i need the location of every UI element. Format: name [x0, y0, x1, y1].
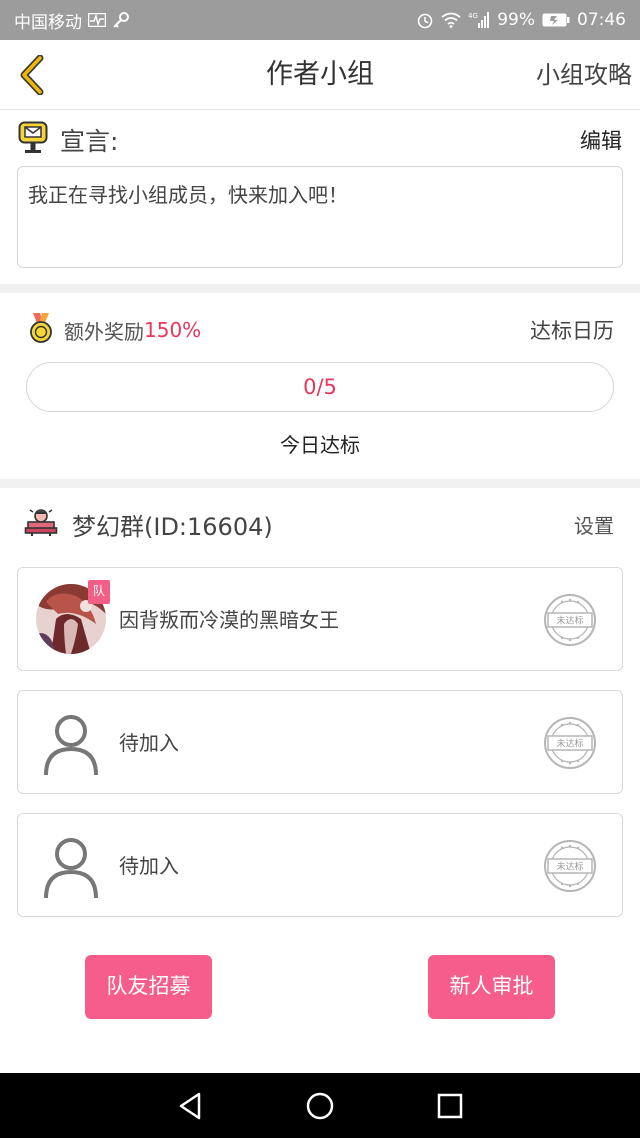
stamp-label: 未达标 — [556, 738, 583, 750]
recruit-button[interactable]: 队友招募 — [85, 955, 212, 1019]
not-qualified-stamp-icon: 未达标 — [542, 715, 598, 771]
member-card[interactable]: 待加入 未达标 — [17, 813, 623, 917]
not-qualified-stamp-icon: 未达标 — [542, 838, 598, 894]
not-qualified-stamp-icon: 未达标 — [542, 592, 598, 648]
bonus-section: 额外奖励 150% 达标日历 0/5 今日达标 — [0, 293, 640, 479]
clock: 07:46 — [577, 10, 626, 30]
group-emblem-icon — [24, 507, 58, 541]
progress-bar: 0/5 — [26, 362, 614, 412]
section-divider — [0, 479, 640, 488]
member-name: 因背叛而冷漠的黑暗女王 — [119, 608, 339, 632]
member-card[interactable]: 队 因背叛而冷漠的黑暗女王 未达标 — [17, 567, 623, 671]
team-badge: 队 — [88, 580, 110, 604]
medal-icon — [28, 312, 54, 348]
section-divider — [0, 284, 640, 293]
nav-recents-button[interactable] — [433, 1089, 467, 1123]
bonus-value: 150% — [144, 318, 202, 342]
declaration-label: 宣言: — [60, 127, 119, 156]
declaration-text: 我正在寻找小组成员，快来加入吧！ — [17, 166, 623, 268]
battery-icon — [542, 12, 570, 28]
empty-user-icon — [36, 830, 106, 900]
square-recents-icon — [437, 1093, 463, 1119]
header: 作者小组 小组攻略 — [0, 40, 640, 110]
group-name: 梦幻群(ID:16604) — [72, 512, 273, 541]
group-section: 梦幻群(ID:16604) 设置 队 因背叛而冷漠的黑暗女王 未达标 待加入 未… — [0, 488, 640, 1073]
mailbox-icon — [18, 121, 48, 159]
member-name: 待加入 — [119, 731, 179, 755]
edit-button[interactable]: 编辑 — [580, 125, 622, 155]
wifi-icon — [441, 12, 461, 28]
group-guide-link[interactable]: 小组攻略 — [536, 40, 632, 110]
triangle-back-icon — [179, 1092, 201, 1120]
today-status-label: 今日达标 — [280, 433, 360, 457]
declaration-section: 宣言: 编辑 我正在寻找小组成员，快来加入吧！ — [0, 110, 640, 284]
key-icon — [112, 11, 130, 29]
signal-icon: 4G — [468, 11, 490, 29]
progress-text: 0/5 — [303, 375, 337, 399]
navigation-bar — [0, 1073, 640, 1138]
nav-home-button[interactable] — [303, 1089, 337, 1123]
battery-percent: 99% — [497, 10, 535, 30]
alarm-icon — [416, 11, 434, 29]
empty-user-icon — [36, 707, 106, 777]
member-name: 待加入 — [119, 854, 179, 878]
calendar-link[interactable]: 达标日历 — [530, 315, 614, 345]
bonus-label: 额外奖励 — [64, 319, 144, 344]
member-card[interactable]: 待加入 未达标 — [17, 690, 623, 794]
network-label: 4G — [468, 12, 478, 20]
activity-icon — [88, 13, 106, 27]
nav-back-button[interactable] — [173, 1089, 207, 1123]
group-settings-link[interactable]: 设置 — [574, 510, 614, 539]
stamp-label: 未达标 — [556, 861, 583, 873]
approve-button[interactable]: 新人审批 — [428, 955, 555, 1019]
stamp-label: 未达标 — [556, 615, 583, 627]
status-bar: 中国移动 4G 99% 07:46 — [0, 0, 640, 40]
carrier-label: 中国移动 — [14, 12, 82, 33]
circle-home-icon — [306, 1092, 334, 1120]
